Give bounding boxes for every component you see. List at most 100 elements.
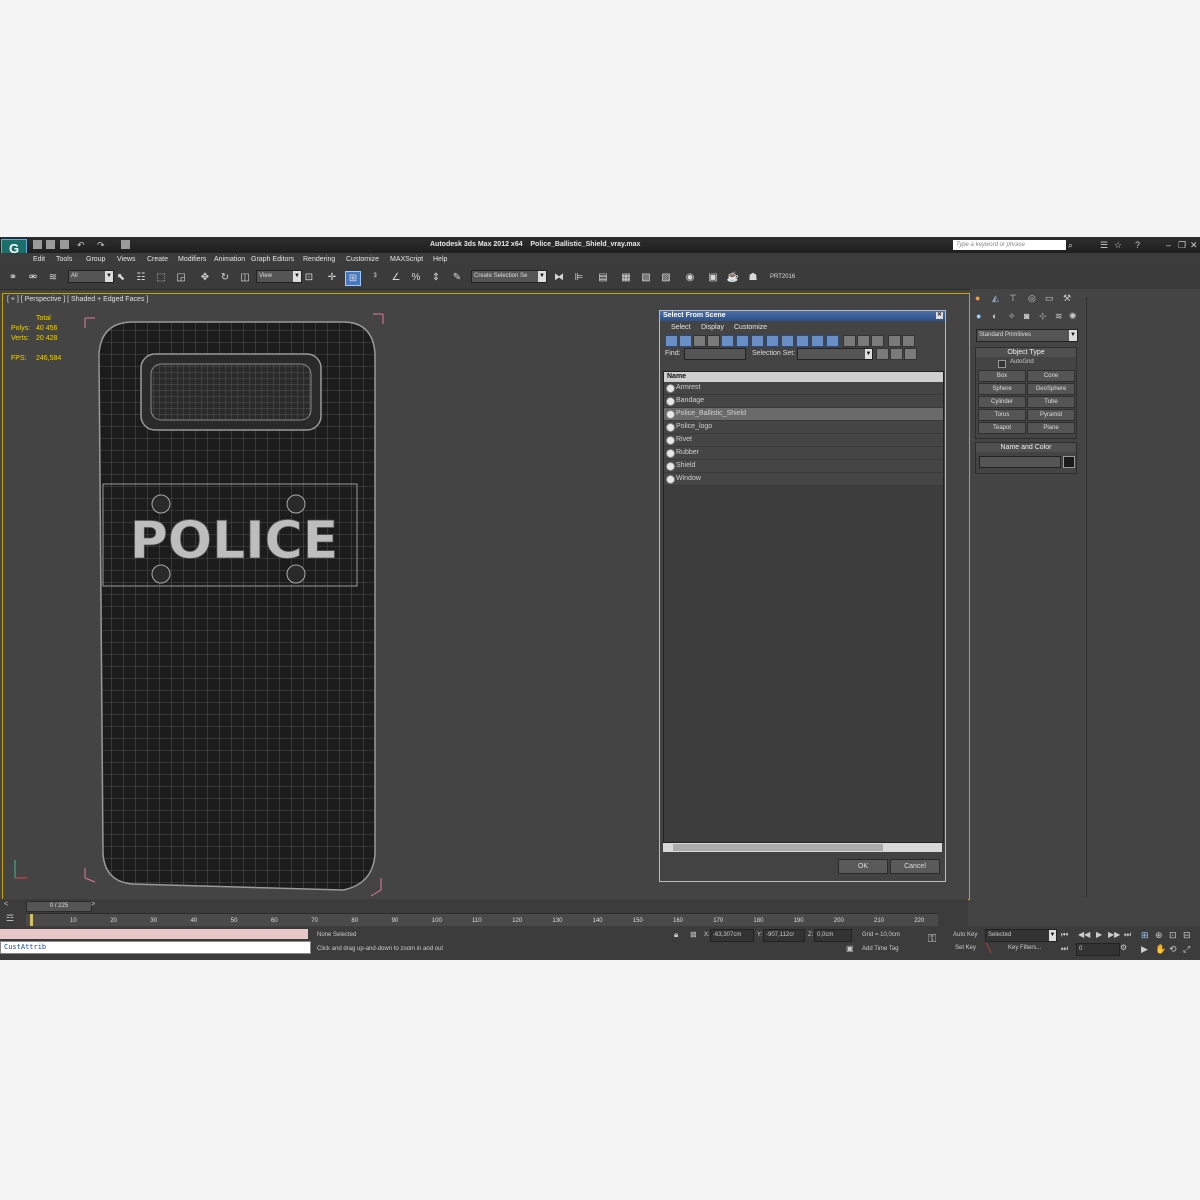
list-item[interactable]: Police_Ballistic_Shield	[664, 408, 943, 421]
menu-tools[interactable]: Tools	[56, 256, 72, 263]
select-object-icon[interactable]: ⬉	[114, 271, 128, 284]
percent-snap-icon[interactable]: %	[409, 271, 423, 284]
hierarchy-icon[interactable]	[902, 335, 915, 347]
dialog-close-icon[interactable]: ✕	[936, 312, 943, 319]
menu-modifiers[interactable]: Modifiers	[178, 256, 206, 263]
previous-frame-icon[interactable]: ◀◀	[1078, 930, 1090, 939]
dialog-menu-customize[interactable]: Customize	[734, 324, 767, 331]
select-manipulate-icon[interactable]: ✛	[325, 271, 339, 284]
key-filters-button[interactable]: Key Filters...	[1008, 945, 1041, 951]
zoom-icon[interactable]: ⊞	[1141, 930, 1149, 941]
filter-spacewarps-icon[interactable]	[736, 335, 749, 347]
goto-start-icon[interactable]: ⏮	[1061, 930, 1068, 940]
restore-icon[interactable]: ❐	[1178, 240, 1186, 250]
goto-end-icon[interactable]: ⏭	[1124, 930, 1131, 940]
list-item[interactable]: Rubber	[664, 447, 943, 460]
set-key-button[interactable]: Set Key	[955, 945, 976, 951]
filter-geometry-icon[interactable]	[665, 335, 678, 347]
current-frame-field[interactable]: 0	[1076, 943, 1120, 956]
project-folder-icon[interactable]	[121, 240, 130, 249]
select-by-name-icon[interactable]: ☷	[134, 271, 148, 284]
dialog-menu-display[interactable]: Display	[701, 324, 724, 331]
list-item[interactable]: Window	[664, 473, 943, 486]
filter-frozen-icon[interactable]	[811, 335, 824, 347]
move-icon[interactable]: ✥	[198, 271, 212, 284]
curve-editor-icon[interactable]: ▧	[639, 271, 653, 284]
display-tab-icon[interactable]: ▭	[1045, 293, 1054, 304]
slider-right-icon[interactable]: >	[91, 901, 95, 908]
align-icon[interactable]: ⊫	[572, 271, 586, 284]
current-frame-marker[interactable]	[30, 914, 33, 926]
orbit-icon[interactable]: ⟲	[1169, 944, 1177, 955]
open-file-icon[interactable]	[46, 240, 55, 249]
slider-left-icon[interactable]: <	[4, 901, 8, 908]
pan-icon[interactable]: ✋	[1155, 944, 1166, 955]
select-none-icon[interactable]	[857, 335, 870, 347]
menu-rendering[interactable]: Rendering	[303, 256, 335, 263]
filter-xrefs-icon[interactable]	[766, 335, 779, 347]
utilities-tab-icon[interactable]: ⚒	[1063, 293, 1071, 304]
cone-button[interactable]: Cone	[1027, 370, 1075, 382]
rotate-icon[interactable]: ↻	[218, 271, 232, 284]
menu-help[interactable]: Help	[433, 256, 447, 263]
layer-manager-icon[interactable]: ▤	[596, 271, 610, 284]
rendered-frame-window-icon[interactable]: ☕	[726, 271, 740, 284]
maxscript-input[interactable]: CustAttrib	[0, 941, 311, 954]
new-file-icon[interactable]	[33, 240, 42, 249]
bind-space-warp-icon[interactable]: ≋	[46, 271, 60, 284]
cancel-button[interactable]: Cancel	[890, 859, 940, 874]
unlink-icon[interactable]: ⚮	[26, 271, 40, 284]
modify-tab-icon[interactable]: ◭	[992, 293, 999, 304]
motion-tab-icon[interactable]: ◎	[1028, 293, 1036, 304]
menu-animation[interactable]: Animation	[214, 256, 245, 263]
pivot-point-icon[interactable]: ⊡	[302, 271, 316, 284]
box-button[interactable]: Box	[978, 370, 1026, 382]
graphite-modeling-icon[interactable]: ▦	[619, 271, 633, 284]
key-icon[interactable]: ⚿	[928, 933, 936, 946]
filter-bones-icon[interactable]	[781, 335, 794, 347]
menu-group[interactable]: Group	[86, 256, 105, 263]
menu-create[interactable]: Create	[147, 256, 168, 263]
name-and-color-header[interactable]: Name and Color	[976, 443, 1076, 452]
time-slider[interactable]: 0 / 225	[26, 901, 92, 912]
zoom-extents-all-icon[interactable]: ⊟	[1183, 930, 1191, 941]
named-selection-dropdown[interactable]: Create Selection Se ▼	[471, 270, 547, 283]
sphere-button[interactable]: Sphere	[978, 383, 1026, 395]
key-mode-toggle-icon[interactable]: ⏭	[1061, 944, 1068, 954]
tube-button[interactable]: Tube	[1027, 396, 1075, 408]
filter-groups-icon[interactable]	[751, 335, 764, 347]
list-item[interactable]: Shield	[664, 460, 943, 473]
keyboard-shortcut-override-icon[interactable]: ⊞	[345, 271, 361, 286]
list-item[interactable]: Armrest	[664, 382, 943, 395]
find-input[interactable]	[684, 348, 746, 360]
filter-funnel-icon[interactable]	[888, 335, 901, 347]
selection-set-dropdown[interactable]: ▼	[797, 348, 873, 360]
list-column-name[interactable]: Name	[664, 372, 943, 382]
select-invert-icon[interactable]	[871, 335, 884, 347]
edit-selection-set-icon[interactable]	[904, 348, 917, 360]
cameras-icon[interactable]: ◙	[1024, 311, 1029, 321]
select-all-icon[interactable]	[843, 335, 856, 347]
undo-icon[interactable]: ↶	[77, 240, 85, 250]
select-link-icon[interactable]: ⚭	[6, 271, 20, 284]
z-coordinate-field[interactable]: 0,0cm	[814, 929, 852, 942]
mirror-icon[interactable]: ⧓	[552, 271, 566, 284]
binoculars-icon[interactable]: ⌕	[1068, 240, 1073, 250]
x-coordinate-field[interactable]: -63,307cm	[710, 929, 754, 942]
autogrid-checkbox[interactable]	[998, 360, 1006, 368]
maximize-viewport-icon[interactable]: ⤢	[1183, 944, 1190, 955]
selection-lock-icon[interactable]: 🔒︎	[674, 930, 678, 940]
snaps-toggle-icon[interactable]: ³	[368, 271, 382, 284]
angle-snap-icon[interactable]: ∠	[389, 271, 403, 284]
redo-icon[interactable]: ↷	[97, 240, 105, 250]
scrollbar-thumb[interactable]	[673, 844, 883, 851]
field-of-view-icon[interactable]: ▶	[1141, 944, 1148, 955]
time-configuration-icon[interactable]: ⚙	[1120, 943, 1127, 952]
geosphere-button[interactable]: GeoSphere	[1027, 383, 1075, 395]
filter-shapes-icon[interactable]	[679, 335, 692, 347]
play-icon[interactable]: ▶	[1096, 930, 1102, 939]
object-color-swatch[interactable]	[1063, 456, 1075, 468]
primitive-category-dropdown[interactable]: Standard Primitives ▼	[976, 329, 1078, 342]
menu-maxscript[interactable]: MAXScript	[390, 256, 423, 263]
filter-containers-icon[interactable]	[796, 335, 809, 347]
